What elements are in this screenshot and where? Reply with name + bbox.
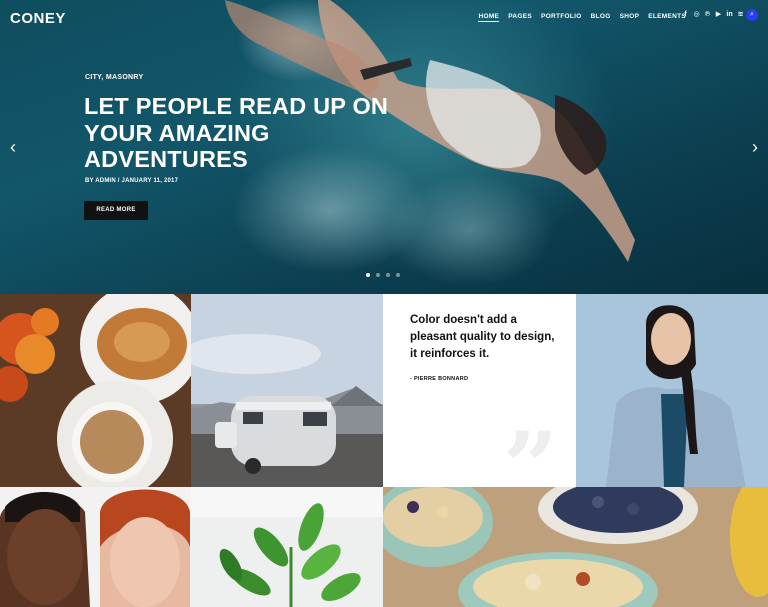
- hero-meta: BY ADMIN / JANUARY 11, 2017: [85, 178, 179, 184]
- site-logo[interactable]: CONEY: [10, 10, 66, 27]
- quote-tile[interactable]: ” Color doesn't add a pleasant quality t…: [383, 294, 576, 487]
- chevron-left-icon[interactable]: ‹: [10, 138, 16, 156]
- slider-dot[interactable]: [386, 273, 390, 277]
- hero-category[interactable]: CITY, MASONRY: [85, 74, 143, 81]
- social-links: f ◎ ℗ ▶ in ≋: [682, 11, 744, 18]
- post-tile-travel[interactable]: [191, 294, 383, 487]
- instagram-icon[interactable]: ◎: [693, 11, 700, 18]
- read-more-button[interactable]: READ MORE: [84, 201, 148, 220]
- fashion-image: [576, 294, 768, 487]
- nav-item-home[interactable]: HOME: [478, 13, 500, 22]
- bowls-image: [383, 487, 768, 607]
- pinterest-icon[interactable]: ℗: [704, 11, 711, 18]
- chevron-right-icon[interactable]: ›: [752, 138, 758, 156]
- main-nav: HOME PAGES PORTFOLIO BLOG SHOP ELEMENTS: [478, 13, 686, 22]
- slider-dot[interactable]: [366, 273, 370, 277]
- hero-title[interactable]: LET PEOPLE READ UP ON YOUR AMAZING ADVEN…: [84, 93, 404, 173]
- post-tile-plant[interactable]: [191, 487, 383, 607]
- airstream-image: [191, 294, 383, 487]
- post-tile-portraits[interactable]: [0, 487, 191, 607]
- slider-dots: [366, 273, 400, 277]
- rss-icon[interactable]: ≋: [737, 11, 744, 18]
- portraits-image: [0, 487, 191, 607]
- nav-item-pages[interactable]: PAGES: [508, 13, 532, 22]
- nav-item-portfolio[interactable]: PORTFOLIO: [541, 13, 582, 22]
- post-tile-breakfast[interactable]: [0, 294, 191, 487]
- nav-item-elements[interactable]: ELEMENTS: [648, 13, 686, 22]
- quote-text: Color doesn't add a pleasant quality to …: [410, 314, 555, 360]
- slider-dot[interactable]: [396, 273, 400, 277]
- plant-image: [191, 487, 383, 607]
- post-tile-bowls[interactable]: [383, 487, 768, 607]
- slider-dot[interactable]: [376, 273, 380, 277]
- breakfast-image: [0, 294, 191, 487]
- nav-item-shop[interactable]: SHOP: [620, 13, 640, 22]
- hero-slider[interactable]: CONEY HOME PAGES PORTFOLIO BLOG SHOP ELE…: [0, 0, 768, 294]
- quote-author: - PIERRE BONNARD: [410, 376, 469, 382]
- nav-item-blog[interactable]: BLOG: [591, 13, 611, 22]
- facebook-icon[interactable]: f: [682, 11, 689, 18]
- search-icon[interactable]: ⌕: [746, 9, 758, 21]
- youtube-icon[interactable]: ▶: [715, 11, 722, 18]
- quote-mark-icon: ”: [503, 411, 559, 488]
- post-tile-fashion[interactable]: [576, 294, 768, 487]
- linkedin-icon[interactable]: in: [726, 11, 733, 18]
